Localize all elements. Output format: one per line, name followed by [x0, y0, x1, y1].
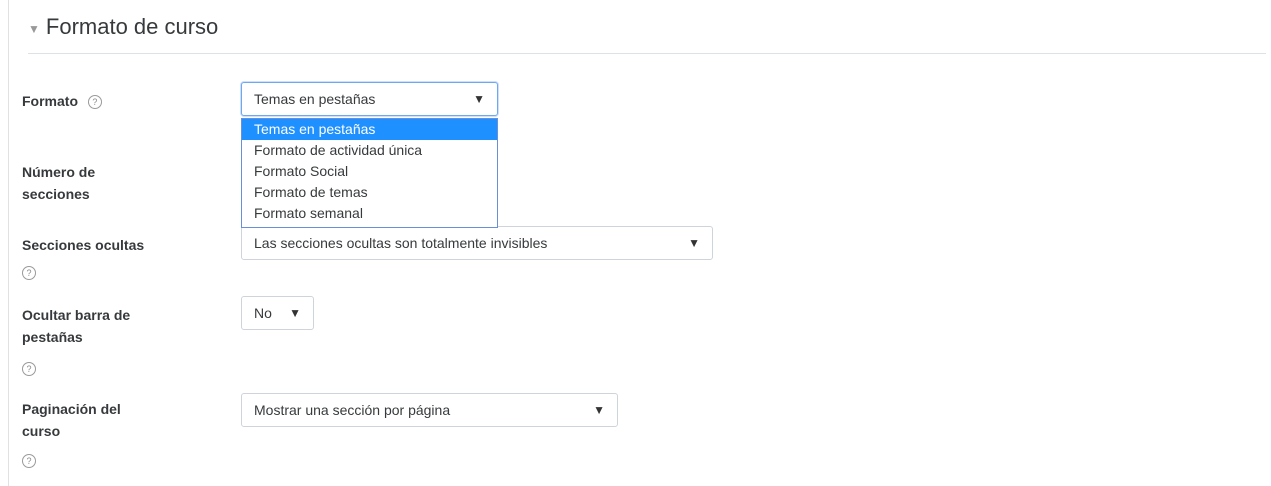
- chevron-down-icon: ▼: [593, 403, 605, 417]
- help-icon[interactable]: ?: [87, 95, 102, 109]
- secciones-ocultas-select[interactable]: Las secciones ocultas son totalmente inv…: [241, 226, 713, 260]
- fieldset-left-rule: [8, 0, 9, 486]
- formato-label-text: Formato: [22, 93, 78, 109]
- section-header[interactable]: ▼ Formato de curso: [28, 14, 1266, 54]
- paginacion-value: Mostrar una sección por página: [254, 402, 451, 418]
- formato-select-value: Temas en pestañas: [254, 91, 376, 107]
- ocultar-barra-select[interactable]: No ▼: [241, 296, 314, 330]
- formato-dropdown-list[interactable]: Temas en pestañas Formato de actividad ú…: [241, 118, 498, 228]
- dropdown-option[interactable]: Formato de temas: [242, 182, 497, 203]
- ocultar-barra-value: No: [254, 305, 272, 321]
- formato-label: Formato ?: [22, 90, 102, 112]
- dropdown-option[interactable]: Formato semanal: [242, 203, 497, 224]
- ocultar-barra-label-line1: Ocultar barra de: [22, 307, 131, 323]
- triangle-down-icon[interactable]: ▼: [28, 22, 40, 36]
- dropdown-option[interactable]: Formato Social: [242, 161, 497, 182]
- section-title[interactable]: Formato de curso: [46, 14, 218, 40]
- dropdown-option[interactable]: Temas en pestañas: [242, 119, 497, 140]
- dropdown-option[interactable]: Formato de actividad única: [242, 140, 497, 161]
- ocultar-barra-label-line2: pestañas: [22, 329, 83, 345]
- formato-select[interactable]: Temas en pestañas ▼: [241, 82, 498, 116]
- secciones-ocultas-value: Las secciones ocultas son totalmente inv…: [254, 235, 548, 251]
- help-icon[interactable]: ?: [22, 266, 36, 280]
- chevron-down-icon: ▼: [289, 306, 301, 320]
- numero-secciones-label: Número de secciones: [22, 161, 95, 205]
- secciones-ocultas-label: Secciones ocultas: [22, 237, 145, 253]
- paginacion-select[interactable]: Mostrar una sección por página ▼: [241, 393, 618, 427]
- paginacion-label-line2: curso: [22, 423, 61, 439]
- paginacion-label-line1: Paginación del: [22, 401, 121, 417]
- chevron-down-icon: ▼: [688, 236, 700, 250]
- paginacion-label: Paginación del curso: [22, 398, 121, 442]
- help-icon[interactable]: ?: [22, 454, 36, 468]
- help-icon[interactable]: ?: [22, 362, 36, 376]
- numero-secciones-label-line1: Número de: [22, 164, 96, 180]
- numero-secciones-label-line2: secciones: [22, 186, 90, 202]
- chevron-down-icon: ▼: [473, 92, 485, 106]
- ocultar-barra-label: Ocultar barra de pestañas: [22, 304, 130, 348]
